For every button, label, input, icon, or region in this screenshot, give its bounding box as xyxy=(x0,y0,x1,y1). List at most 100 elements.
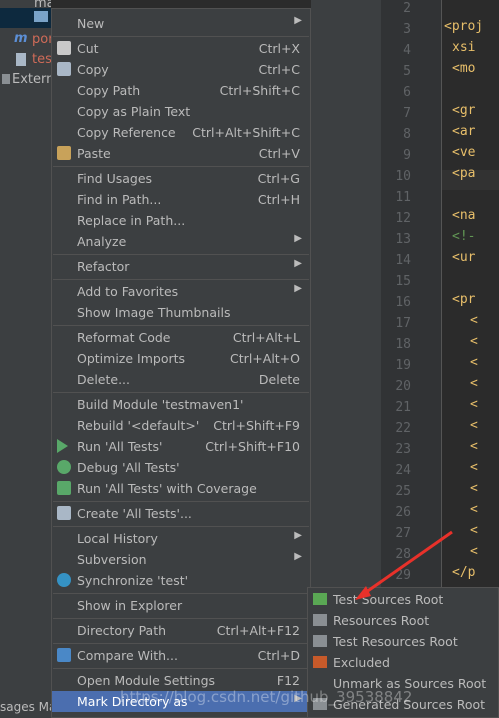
line-number: 2 xyxy=(403,1,411,16)
line-number: 16 xyxy=(395,295,411,310)
menu-item-synchronize-test[interactable]: Synchronize 'test' xyxy=(52,570,310,591)
menu-item-copy-path[interactable]: Copy Path Ctrl+Shift+C xyxy=(52,80,310,101)
line-number: 7 xyxy=(403,106,411,121)
code-line: < xyxy=(470,481,478,496)
menu-item-refactor[interactable]: Refactor ▶ xyxy=(52,256,310,277)
menu-item-label: Paste xyxy=(77,146,111,161)
line-number: 25 xyxy=(395,484,411,499)
menu-item-label: Directory Path xyxy=(77,623,167,638)
code-line: < xyxy=(470,523,478,538)
menu-item-shortcut: Ctrl+Shift+F9 xyxy=(213,418,300,433)
project-tree-item-external[interactable]: External xyxy=(0,70,51,90)
menu-item-label: New xyxy=(77,16,105,31)
menu-item-rebuild-default[interactable]: Rebuild '<default>' Ctrl+Shift+F9 xyxy=(52,415,310,436)
code-line: xsi xyxy=(452,40,476,55)
menu-item-paste[interactable]: Paste Ctrl+V xyxy=(52,143,310,164)
menu-item-label: Debug 'All Tests' xyxy=(77,460,180,475)
code-line: < xyxy=(470,502,478,517)
debug-icon xyxy=(57,460,71,474)
menu-item-create-all-tests[interactable]: Create 'All Tests'... xyxy=(52,503,310,524)
menu-separator xyxy=(53,668,309,669)
menu-item-label: Reformat Code xyxy=(77,330,171,345)
menu-item-label: Show Image Thumbnails xyxy=(77,305,231,320)
line-number: 22 xyxy=(395,421,411,436)
menu-item-show-in-explorer[interactable]: Show in Explorer xyxy=(52,595,310,616)
code-line: <ur xyxy=(452,250,476,265)
menu-separator xyxy=(53,501,309,502)
menu-item-optimize-imports[interactable]: Optimize Imports Ctrl+Alt+O xyxy=(52,348,310,369)
project-tree-item-main[interactable]: main xyxy=(0,0,51,14)
line-number: 20 xyxy=(395,379,411,394)
line-number: 4 xyxy=(403,43,411,58)
menu-separator xyxy=(53,618,309,619)
menu-item-shortcut: Ctrl+X xyxy=(258,41,300,56)
menu-item-label: Create 'All Tests'... xyxy=(77,506,192,521)
menu-item-directory-path[interactable]: Directory Path Ctrl+Alt+F12 xyxy=(52,620,310,641)
submenu-item-test-resources-root[interactable]: Test Resources Root xyxy=(308,631,498,652)
code-line: < xyxy=(470,439,478,454)
menu-item-copy-as-plain-text[interactable]: Copy as Plain Text xyxy=(52,101,310,122)
menu-item-label: Cut xyxy=(77,41,99,56)
menu-item-label: Find in Path... xyxy=(77,192,162,207)
submenu-item-label: Resources Root xyxy=(333,613,430,628)
menu-item-shortcut: Ctrl+Alt+O xyxy=(230,351,300,366)
menu-item-copy[interactable]: Copy Ctrl+C xyxy=(52,59,310,80)
menu-item-local-history[interactable]: Local History ▶ xyxy=(52,528,310,549)
line-number: 6 xyxy=(403,85,411,100)
menu-item-label: Run 'All Tests' with Coverage xyxy=(77,481,257,496)
submenu-item-test-sources-root[interactable]: Test Sources Root xyxy=(308,589,498,610)
submenu-item-label: Excluded xyxy=(333,655,390,670)
code-line: < xyxy=(470,313,478,328)
menu-item-label: Analyze xyxy=(77,234,127,249)
menu-item-new[interactable]: New ▶ xyxy=(52,13,310,34)
menu-item-replace-in-path[interactable]: Replace in Path... xyxy=(52,210,310,231)
menu-item-label: Rebuild '<default>' xyxy=(77,418,200,433)
menu-item-find-in-path[interactable]: Find in Path... Ctrl+H xyxy=(52,189,310,210)
menu-item-delete[interactable]: Delete... Delete xyxy=(52,369,310,390)
create-icon xyxy=(57,506,71,520)
menu-item-shortcut: Delete xyxy=(258,372,300,387)
menu-item-label: Add to Favorites xyxy=(77,284,179,299)
submenu-arrow-icon: ▶ xyxy=(294,551,302,562)
menu-item-compare-with[interactable]: Compare With... Ctrl+D xyxy=(52,645,310,666)
line-number: 18 xyxy=(395,337,411,352)
menu-item-shortcut: Ctrl+Alt+L xyxy=(232,330,300,345)
submenu-arrow-icon: ▶ xyxy=(294,258,302,269)
project-tree-item-test[interactable]: test xyxy=(0,50,51,70)
menu-item-analyze[interactable]: Analyze ▶ xyxy=(52,231,310,252)
menu-item-run-all-tests-with-coverage[interactable]: Run 'All Tests' with Coverage xyxy=(52,478,310,499)
compare-icon xyxy=(57,648,71,662)
code-line: <pr xyxy=(452,292,476,307)
menu-separator xyxy=(53,593,309,594)
menu-separator xyxy=(53,254,309,255)
menu-item-label: Build Module 'testmaven1' xyxy=(77,397,244,412)
menu-item-find-usages[interactable]: Find Usages Ctrl+G xyxy=(52,168,310,189)
file-icon xyxy=(16,53,26,66)
menu-item-subversion[interactable]: Subversion ▶ xyxy=(52,549,310,570)
line-number: 14 xyxy=(395,253,411,268)
menu-item-shortcut: Ctrl+V xyxy=(258,146,300,161)
menu-item-label: Copy as Plain Text xyxy=(77,104,191,119)
context-menu: New ▶ Cut Ctrl+X Copy Ctrl+C Copy Path Ctrl+Shi… xyxy=(51,8,311,718)
menu-item-reformat-code[interactable]: Reformat Code Ctrl+Alt+L xyxy=(52,327,310,348)
menu-item-copy-reference[interactable]: Copy Reference Ctrl+Alt+Shift+C xyxy=(52,122,310,143)
watermark: https://blog.csdn.net/github_39538842 xyxy=(120,688,413,706)
project-tree-panel: main m pom test External xyxy=(0,0,51,718)
menu-item-label: Run 'All Tests' xyxy=(77,439,163,454)
menu-item-run-all-tests[interactable]: Run 'All Tests' Ctrl+Shift+F10 xyxy=(52,436,310,457)
submenu-item-resources-root[interactable]: Resources Root xyxy=(308,610,498,631)
menu-item-show-image-thumbnails[interactable]: Show Image Thumbnails xyxy=(52,302,310,323)
menu-item-debug-all-tests[interactable]: Debug 'All Tests' xyxy=(52,457,310,478)
line-number: 13 xyxy=(395,232,411,247)
menu-item-shortcut: Ctrl+C xyxy=(258,62,300,77)
maven-icon: m xyxy=(14,31,28,46)
submenu-item-excluded[interactable]: Excluded xyxy=(308,652,498,673)
menu-item-cut[interactable]: Cut Ctrl+X xyxy=(52,38,310,59)
menu-item-build-module-testmaven1[interactable]: Build Module 'testmaven1' xyxy=(52,394,310,415)
submenu-arrow-icon: ▶ xyxy=(294,283,302,294)
menu-item-shortcut: Ctrl+D xyxy=(257,648,300,663)
project-tree-item-pom[interactable]: m pom xyxy=(0,30,51,50)
code-line: <!- xyxy=(452,229,476,244)
menu-item-add-to-favorites[interactable]: Add to Favorites ▶ xyxy=(52,281,310,302)
menu-separator xyxy=(53,166,309,167)
